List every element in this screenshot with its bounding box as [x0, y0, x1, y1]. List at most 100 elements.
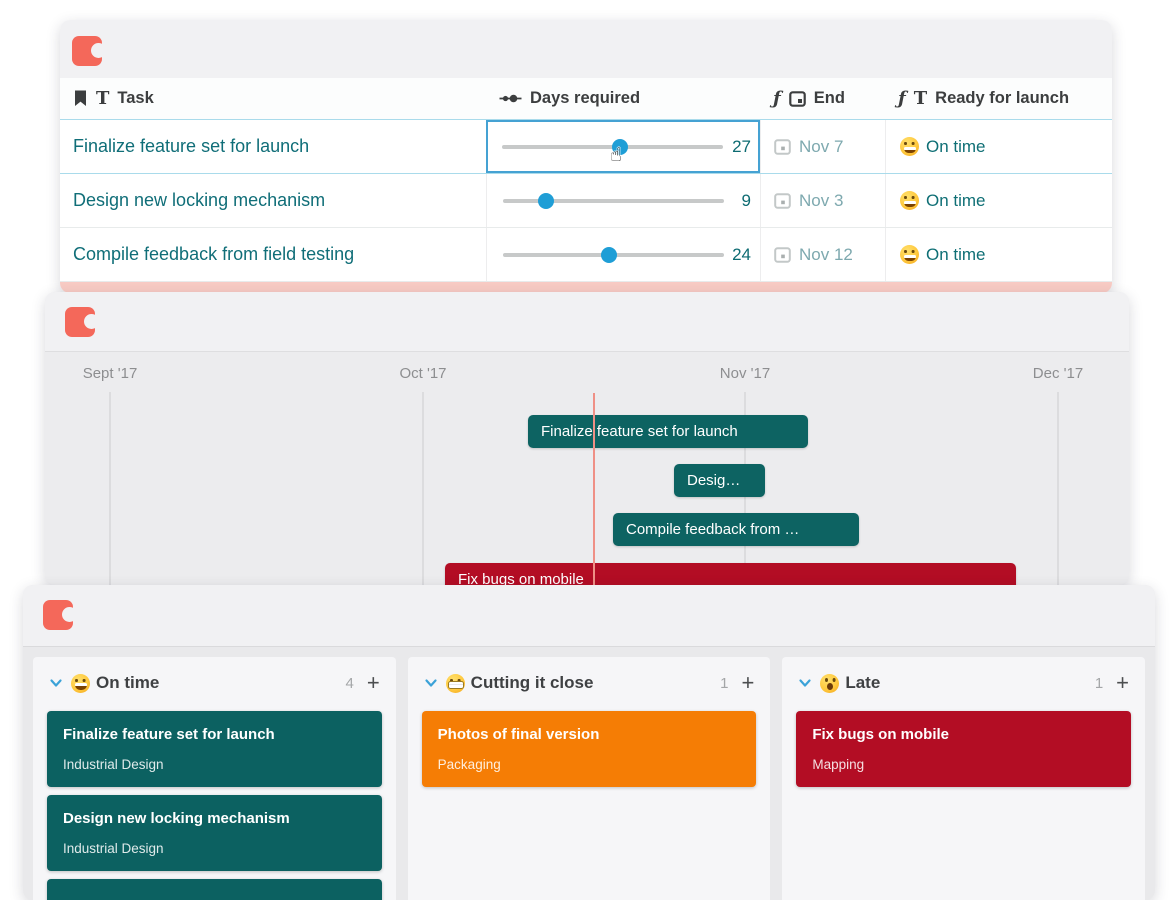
- task-text: Finalize feature set for launch: [73, 136, 309, 157]
- board-column-count: 1: [1095, 675, 1103, 692]
- board-column-count: 1: [720, 675, 728, 692]
- gantt-bar[interactable]: Desig…: [674, 464, 765, 497]
- month-gridline: [109, 392, 111, 585]
- column-label-task: Task: [117, 89, 153, 108]
- end-date-cell[interactable]: Nov 7: [760, 120, 885, 173]
- table-row: Design new locking mechanism 9 Nov 3 On …: [60, 174, 1112, 228]
- days-required-cell-selected[interactable]: 27 ☝: [486, 120, 760, 173]
- ready-status-cell[interactable]: On time: [885, 174, 1112, 227]
- board-card-item[interactable]: Photos of final version Packaging: [422, 711, 757, 787]
- timeline-card-header: [45, 292, 1129, 352]
- board-column-title: On time: [96, 673, 159, 693]
- board-column-on-time: On time 4 + Finalize feature set for lau…: [33, 657, 396, 900]
- table-header-row: T Task Days required ƒ End ƒ T Ready for…: [60, 78, 1112, 120]
- add-card-button[interactable]: +: [367, 672, 380, 694]
- slider-value: 24: [724, 245, 760, 265]
- status-emoji: [900, 137, 919, 156]
- days-required-cell[interactable]: 9: [486, 174, 760, 227]
- formula-icon: ƒ: [898, 90, 906, 108]
- chevron-down-icon[interactable]: [798, 677, 812, 689]
- task-cell[interactable]: Finalize feature set for launch: [60, 120, 486, 173]
- month-gridline: [1057, 392, 1059, 585]
- board-card-header: [23, 585, 1155, 647]
- add-card-button[interactable]: +: [741, 672, 754, 694]
- end-date-cell[interactable]: Nov 12: [760, 228, 885, 281]
- board-card-item-partially-visible[interactable]: [47, 879, 382, 900]
- end-date-text: Nov 3: [799, 191, 843, 211]
- board-card-title: Fix bugs on mobile: [812, 726, 1115, 744]
- calendar-icon: [789, 90, 806, 107]
- end-date-cell[interactable]: Nov 3: [760, 174, 885, 227]
- status-text: On time: [926, 245, 986, 265]
- chevron-down-icon[interactable]: [49, 677, 63, 689]
- text-type-icon: T: [914, 90, 927, 108]
- end-date-text: Nov 7: [799, 137, 843, 157]
- board-column-header: Cutting it close 1 +: [408, 657, 771, 703]
- column-header-days-required[interactable]: Days required: [486, 78, 760, 119]
- task-cell[interactable]: Compile feedback from field testing: [60, 228, 486, 281]
- column-label-days-required: Days required: [530, 89, 640, 108]
- calendar-icon: [774, 192, 791, 209]
- slider-thumb[interactable]: [601, 247, 617, 263]
- today-marker-line: [593, 393, 595, 585]
- status-emoji: [900, 245, 919, 264]
- table-view-card: T Task Days required ƒ End ƒ T Ready for…: [60, 20, 1112, 293]
- table-row: Finalize feature set for launch 27 ☝ Nov…: [60, 120, 1112, 174]
- status-emoji: [820, 674, 839, 693]
- status-emoji: [900, 191, 919, 210]
- board-card-item[interactable]: Design new locking mechanism Industrial …: [47, 795, 382, 871]
- board-card-item[interactable]: Fix bugs on mobile Mapping: [796, 711, 1131, 787]
- ready-status-cell[interactable]: On time: [885, 120, 1112, 173]
- bookmark-icon: [73, 90, 88, 107]
- coda-logo: [72, 36, 102, 66]
- board-card-item[interactable]: Finalize feature set for launch Industri…: [47, 711, 382, 787]
- month-label: Sept '17: [83, 365, 138, 382]
- board-card-title: Photos of final version: [438, 726, 741, 744]
- status-emoji: [446, 674, 465, 693]
- column-header-task[interactable]: T Task: [60, 78, 486, 119]
- board-card-subtitle: Packaging: [438, 757, 741, 773]
- calendar-icon: [774, 246, 791, 263]
- coda-logo-notch: [91, 43, 106, 58]
- board-card-title: Finalize feature set for launch: [63, 726, 366, 744]
- board-column-cutting-it-close: Cutting it close 1 + Photos of final ver…: [408, 657, 771, 900]
- status-text: On time: [926, 191, 986, 211]
- coda-logo: [65, 307, 95, 337]
- table-card-header: [60, 20, 1112, 78]
- end-date-text: Nov 12: [799, 245, 853, 265]
- timeline-body: Sept '17 Oct '17 Nov '17 Dec '17 Finaliz…: [45, 353, 1129, 585]
- month-label: Oct '17: [399, 365, 446, 382]
- add-card-button[interactable]: +: [1116, 672, 1129, 694]
- board-view-card: On time 4 + Finalize feature set for lau…: [23, 585, 1155, 900]
- column-label-ready-for-launch: Ready for launch: [935, 89, 1069, 108]
- board-column-count: 4: [345, 675, 353, 692]
- gantt-bar[interactable]: Fix bugs on mobile: [445, 563, 1016, 585]
- column-header-end[interactable]: ƒ End: [760, 78, 885, 119]
- chevron-down-icon[interactable]: [424, 677, 438, 689]
- text-type-icon: T: [96, 90, 109, 108]
- board-body: On time 4 + Finalize feature set for lau…: [33, 657, 1145, 900]
- board-card-title: Design new locking mechanism: [63, 810, 366, 828]
- timeline-view-card: Sept '17 Oct '17 Nov '17 Dec '17 Finaliz…: [45, 292, 1129, 585]
- days-required-cell[interactable]: 24: [486, 228, 760, 281]
- month-label: Nov '17: [720, 365, 770, 382]
- column-label-end: End: [814, 89, 845, 108]
- slider-track[interactable]: [503, 199, 724, 203]
- task-text: Compile feedback from field testing: [73, 244, 354, 265]
- status-text: On time: [926, 137, 986, 157]
- board-card-subtitle: Mapping: [812, 757, 1115, 773]
- task-text: Design new locking mechanism: [73, 190, 325, 211]
- gantt-bar[interactable]: Finalize feature set for launch: [528, 415, 808, 448]
- slider-track[interactable]: [503, 253, 724, 257]
- slider-thumb[interactable]: [538, 193, 554, 209]
- coda-logo: [43, 600, 73, 630]
- column-header-ready-for-launch[interactable]: ƒ T Ready for launch: [885, 78, 1112, 119]
- gantt-bar[interactable]: Compile feedback from …: [613, 513, 859, 546]
- task-cell[interactable]: Design new locking mechanism: [60, 174, 486, 227]
- ready-status-cell[interactable]: On time: [885, 228, 1112, 281]
- board-column-header: On time 4 +: [33, 657, 396, 703]
- slider-icon: [499, 93, 522, 104]
- slider-value: 9: [724, 191, 760, 211]
- coda-logo-notch: [84, 314, 99, 329]
- slider-value: 27: [723, 137, 760, 157]
